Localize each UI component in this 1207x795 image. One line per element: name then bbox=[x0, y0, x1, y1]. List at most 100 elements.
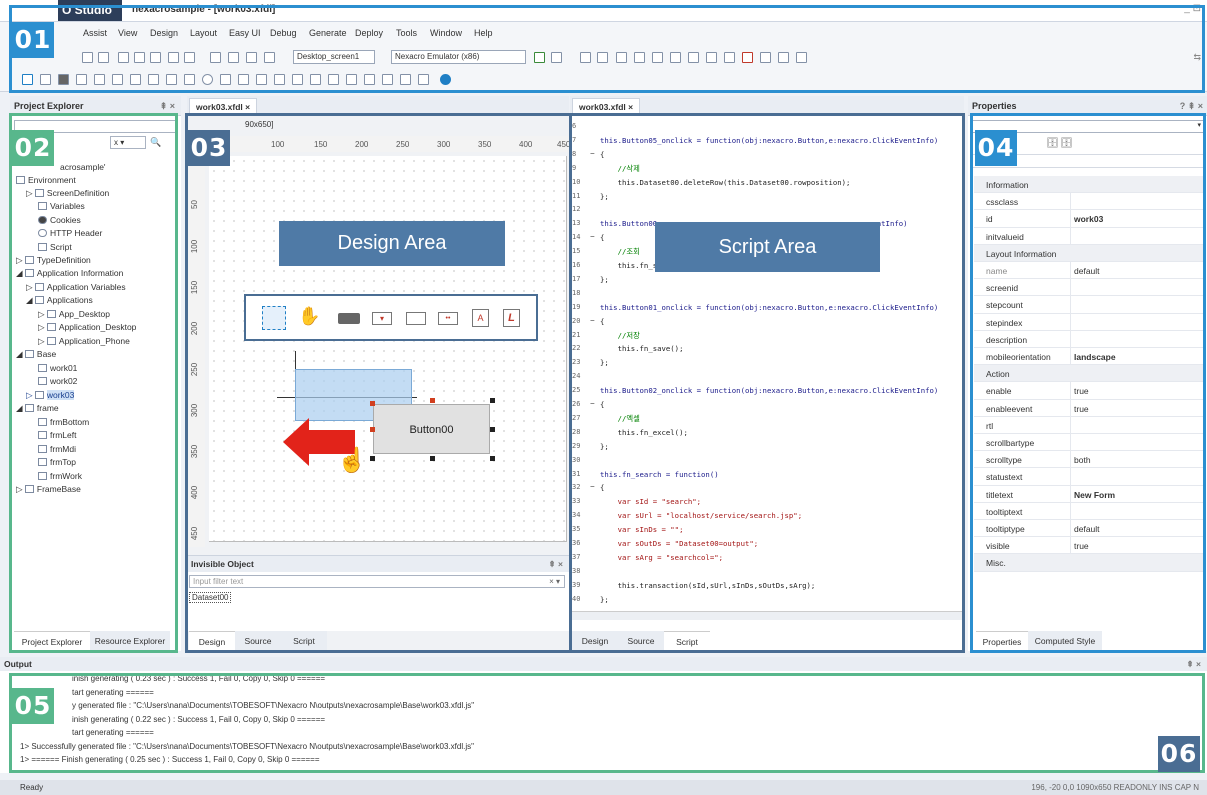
filter-input[interactable]: Input filter text × ▾ bbox=[189, 575, 565, 588]
tree-item-selected[interactable]: ▷ work03 bbox=[26, 390, 75, 401]
trace-icon[interactable] bbox=[724, 52, 735, 63]
cut-icon[interactable] bbox=[118, 52, 129, 63]
property-category[interactable]: Action bbox=[974, 365, 1205, 383]
tree-item[interactable]: ◢ Base bbox=[16, 349, 56, 360]
tree-item[interactable]: work02 bbox=[38, 376, 77, 386]
property-value[interactable]: default bbox=[1074, 266, 1100, 276]
property-row[interactable]: tooltiptype default bbox=[974, 520, 1205, 538]
copy-icon[interactable] bbox=[134, 52, 145, 63]
stop-icon[interactable] bbox=[616, 52, 627, 63]
grid-tool-icon[interactable] bbox=[184, 74, 195, 85]
resize-handle[interactable] bbox=[430, 398, 435, 403]
option-icon[interactable] bbox=[796, 52, 807, 63]
menu-help[interactable]: Help bbox=[474, 28, 493, 38]
tree-item[interactable]: ▷ App_Desktop bbox=[38, 309, 110, 320]
groupbox-tool-icon[interactable] bbox=[310, 74, 321, 85]
fold-icon[interactable]: − bbox=[590, 232, 595, 241]
watch-icon[interactable] bbox=[706, 52, 717, 63]
tree-item[interactable]: ▷ TypeDefinition bbox=[16, 255, 91, 266]
tree-item[interactable]: Variables bbox=[38, 201, 85, 211]
explorer-search-input[interactable]: x ▾ bbox=[110, 136, 146, 149]
tree-project[interactable]: acrosample' bbox=[60, 162, 106, 172]
tree-item[interactable]: frmWork bbox=[38, 471, 82, 481]
combo-tool-icon[interactable] bbox=[76, 74, 87, 85]
generate-all-icon[interactable] bbox=[228, 52, 239, 63]
property-category[interactable]: Layout Information bbox=[974, 244, 1205, 262]
search-icon[interactable]: 🔍 bbox=[150, 137, 161, 148]
property-category[interactable]: Information bbox=[974, 176, 1205, 194]
close-debug-icon[interactable] bbox=[742, 52, 753, 63]
menu-debug[interactable]: Debug bbox=[270, 28, 297, 38]
resize-handle[interactable] bbox=[490, 398, 495, 403]
tree-item[interactable]: ◢ frame bbox=[16, 403, 59, 414]
calendar-tool-icon[interactable] bbox=[166, 74, 177, 85]
tree-item[interactable]: ◢ Application Information bbox=[16, 268, 123, 279]
save-icon[interactable] bbox=[82, 52, 93, 63]
menu-deploy[interactable]: Deploy bbox=[355, 28, 383, 38]
menu-tools[interactable]: Tools bbox=[396, 28, 417, 38]
webbrowser-tool-icon[interactable] bbox=[364, 74, 375, 85]
menu-assist[interactable]: Assist bbox=[83, 28, 107, 38]
dataset-tool-icon[interactable] bbox=[400, 74, 411, 85]
tab-script-source[interactable]: Source bbox=[618, 631, 664, 651]
menu-design[interactable]: Design bbox=[150, 28, 178, 38]
property-row[interactable]: mobileorientation landscape bbox=[974, 348, 1205, 366]
radio-tool-icon[interactable] bbox=[202, 74, 213, 85]
property-category[interactable]: Misc. bbox=[974, 554, 1205, 572]
property-value[interactable]: true bbox=[1074, 386, 1089, 396]
textarea-tool-icon[interactable]: A bbox=[472, 309, 489, 327]
window-controls[interactable]: _ ⊡ bbox=[1184, 3, 1201, 14]
property-row[interactable]: statustext bbox=[974, 468, 1205, 486]
tree-item[interactable]: Environment bbox=[16, 175, 76, 185]
menu-layout[interactable]: Layout bbox=[190, 28, 217, 38]
checkbox-tool-icon[interactable] bbox=[220, 74, 231, 85]
tab-script[interactable]: Script bbox=[281, 631, 327, 651]
tree-item[interactable]: work01 bbox=[38, 363, 77, 373]
tab-properties[interactable]: Properties bbox=[976, 631, 1028, 651]
tab-source[interactable]: Source bbox=[235, 631, 281, 651]
resize-handle[interactable] bbox=[370, 456, 375, 461]
property-row[interactable]: initvalueid bbox=[974, 227, 1205, 245]
property-value[interactable]: both bbox=[1074, 455, 1091, 465]
generate-icon[interactable] bbox=[210, 52, 221, 63]
tree-item[interactable]: ▷ FrameBase bbox=[16, 484, 81, 495]
progressbar-tool-icon[interactable] bbox=[346, 74, 357, 85]
tree-item[interactable]: frmMdi bbox=[38, 444, 76, 454]
hand-tool-icon[interactable] bbox=[40, 74, 51, 85]
undo-icon[interactable] bbox=[168, 52, 179, 63]
quick-view-icon[interactable] bbox=[551, 52, 562, 63]
property-value[interactable]: work03 bbox=[1074, 214, 1103, 224]
property-row[interactable]: visible true bbox=[974, 537, 1205, 555]
resize-handle[interactable] bbox=[490, 427, 495, 432]
toolbar-overflow-icon[interactable]: ⇆ bbox=[1193, 52, 1201, 63]
tree-item[interactable]: Cookies bbox=[38, 215, 81, 225]
property-row[interactable]: name default bbox=[974, 262, 1205, 280]
resize-handle[interactable] bbox=[490, 456, 495, 461]
step-out-icon[interactable] bbox=[670, 52, 681, 63]
fold-icon[interactable]: − bbox=[590, 149, 595, 158]
emulator-combo[interactable]: Nexacro Emulator (x86) bbox=[391, 50, 526, 64]
button-tool-icon[interactable] bbox=[338, 313, 360, 324]
imageviewer-tool-icon[interactable] bbox=[328, 74, 339, 85]
properties-view-icon[interactable]: 🗄 bbox=[1046, 138, 1059, 149]
launch-icon[interactable] bbox=[534, 52, 545, 63]
property-value[interactable]: landscape bbox=[1074, 352, 1116, 362]
property-value[interactable]: true bbox=[1074, 404, 1089, 414]
property-value[interactable]: default bbox=[1074, 524, 1100, 534]
tree-item[interactable]: ▷ ScreenDefinition bbox=[26, 188, 109, 199]
edit-tool-icon[interactable] bbox=[94, 74, 105, 85]
tree-item[interactable]: HTTP Header bbox=[38, 228, 102, 238]
tab-design[interactable]: Design bbox=[189, 631, 235, 651]
property-row[interactable]: cssclass bbox=[974, 193, 1205, 211]
listbox-tool-icon[interactable] bbox=[238, 74, 249, 85]
clear-icon[interactable] bbox=[778, 52, 789, 63]
tab-tool-icon[interactable] bbox=[274, 74, 285, 85]
tree-item[interactable]: Script bbox=[38, 242, 72, 252]
property-value[interactable]: New Form bbox=[1074, 490, 1115, 500]
dataset-item[interactable]: Dataset00 bbox=[189, 592, 232, 603]
fold-icon[interactable]: − bbox=[590, 482, 595, 491]
edit-tool-icon[interactable] bbox=[406, 312, 426, 325]
fold-icon[interactable]: − bbox=[590, 316, 595, 325]
property-row[interactable]: stepcount bbox=[974, 296, 1205, 314]
build-icon[interactable] bbox=[264, 52, 275, 63]
